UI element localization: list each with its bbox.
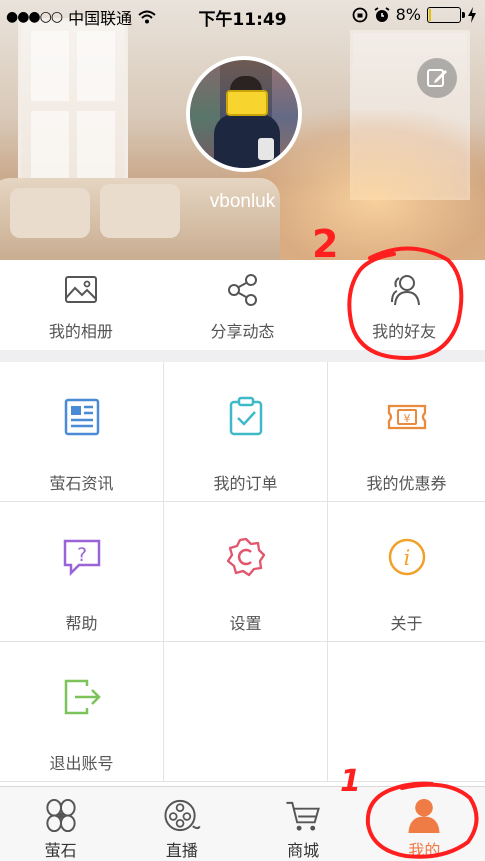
live-icon [164,799,201,832]
tab-bar: 萤石 直播 商城 我的 [0,786,485,861]
tab-label: 萤石 [44,841,77,860]
menu-item-label: 关于 [390,614,423,633]
menu-item-orders[interactable]: 我的订单 [164,362,328,502]
svg-text:?: ? [76,544,86,566]
quick-action-label: 分享动态 [210,322,275,341]
tab-label: 直播 [165,841,198,860]
alarm-icon [374,6,390,22]
quick-action-album[interactable]: 我的相册 [0,260,162,350]
tab-live[interactable]: 直播 [121,787,242,861]
home-icon [46,798,76,833]
menu-item-news[interactable]: 萤石资讯 [0,362,164,502]
svg-text:i: i [403,546,410,570]
quick-action-friends[interactable]: 我的好友 [323,260,485,350]
svg-text:¥: ¥ [403,412,410,425]
tab-me[interactable]: 我的 [364,787,485,861]
quick-action-label: 我的好友 [372,322,437,341]
charging-icon [468,6,476,23]
tab-label: 我的 [408,841,441,860]
tab-label: 商城 [287,841,320,860]
quick-actions-row: 我的相册 分享动态 我的好友 [0,260,485,350]
orientation-lock-icon [352,7,368,22]
news-icon [64,398,99,436]
menu-item-label: 设置 [229,614,262,633]
menu-item-settings[interactable]: 设置 [164,502,328,642]
menu-grid: 萤石资讯 我的订单 ¥ 我的优惠券 ? 帮助 设置 i 关于 退出账号 [0,362,485,782]
battery-icon [427,6,465,23]
settings-icon [226,537,265,577]
empty-cell [328,642,485,782]
avatar[interactable] [186,56,302,172]
about-icon: i [388,538,425,576]
edit-profile-button[interactable] [417,58,457,98]
tab-home[interactable]: 萤石 [0,787,121,861]
status-bar: ●●●○○ 中国联通 下午11:49 8% [0,0,485,30]
logout-icon [64,679,101,715]
profile-header: ●●●○○ 中国联通 下午11:49 8% vbonluk [0,0,485,260]
username-label: vbonluk [209,191,276,212]
me-icon [408,798,440,834]
menu-item-logout[interactable]: 退出账号 [0,642,164,782]
menu-item-label: 帮助 [65,614,98,633]
battery-percent: 8% [395,5,421,24]
cart-icon [286,801,320,831]
menu-item-label: 我的优惠券 [366,474,447,493]
annotation-number-1: 1 [340,764,361,799]
photo-album-icon [64,276,97,303]
menu-item-coupons[interactable]: ¥ 我的优惠券 [328,362,485,502]
quick-action-share[interactable]: 分享动态 [162,260,324,350]
order-icon [229,396,262,436]
annotation-number-2: 2 [312,222,339,266]
quick-action-label: 我的相册 [48,322,113,341]
section-divider [0,350,485,362]
edit-icon [427,69,447,87]
menu-item-label: 萤石资讯 [49,474,114,493]
empty-cell [164,642,328,782]
help-icon: ? [63,539,100,577]
menu-item-label: 退出账号 [49,754,114,773]
friends-icon [391,275,421,306]
menu-item-label: 我的订单 [213,474,278,493]
menu-item-help[interactable]: ? 帮助 [0,502,164,642]
coupon-icon: ¥ [387,404,426,430]
share-icon [227,274,257,306]
menu-item-about[interactable]: i 关于 [328,502,485,642]
